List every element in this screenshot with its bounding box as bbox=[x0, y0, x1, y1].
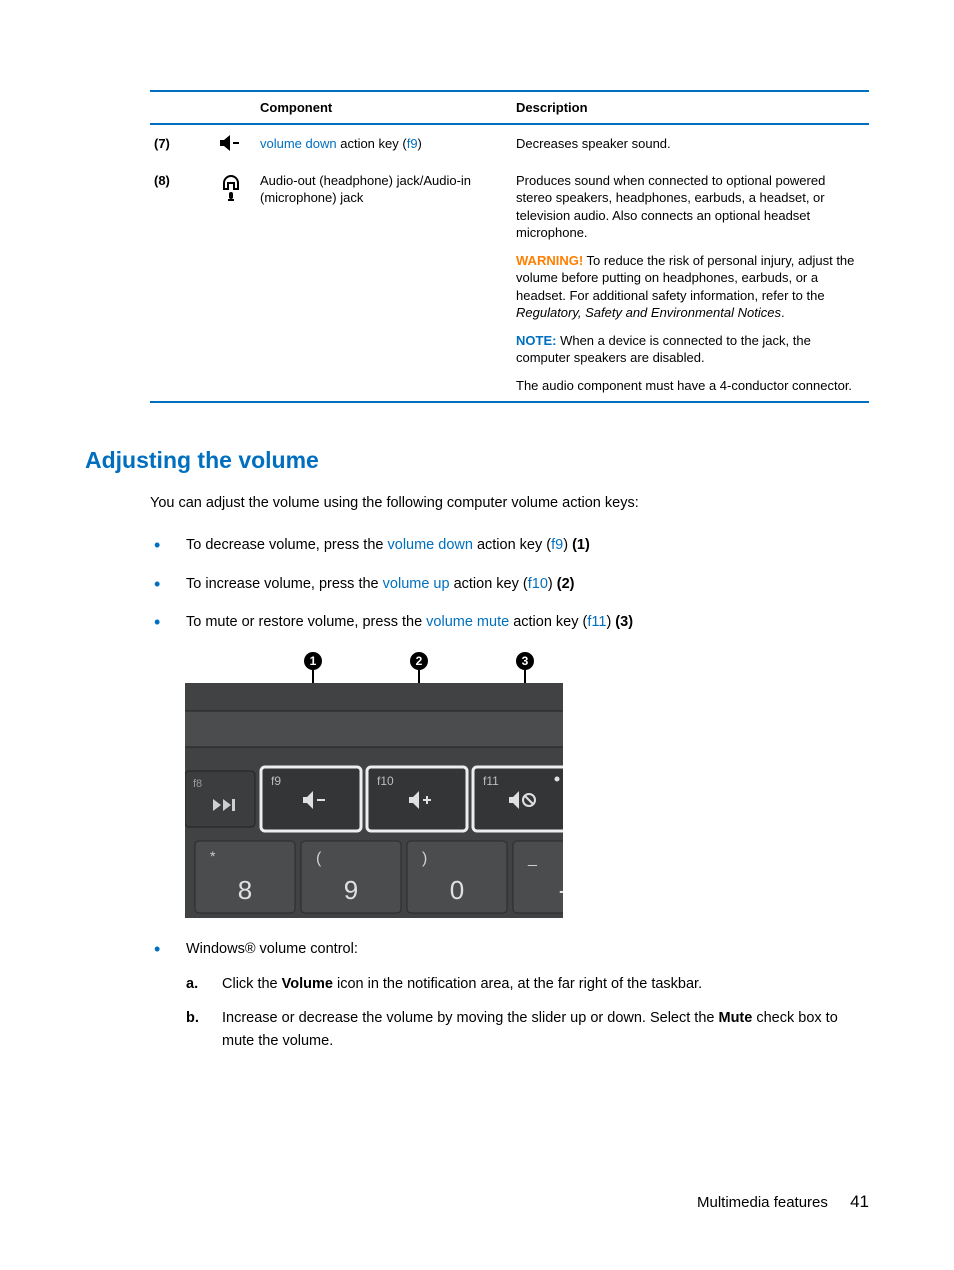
table-row: (7) volume down action key (f9) Decrease… bbox=[150, 124, 869, 162]
key-f9: f9 bbox=[271, 774, 281, 788]
key-f11: f11 bbox=[483, 774, 499, 788]
footer-label: Multimedia features bbox=[697, 1194, 828, 1211]
text: icon in the notification area, at the fa… bbox=[333, 976, 702, 992]
key-0-top: ) bbox=[422, 850, 427, 867]
list-item: a. Click the Volume icon in the notifica… bbox=[186, 967, 869, 1001]
list-item: b. Increase or decrease the volume by mo… bbox=[186, 1001, 869, 1058]
volume-up-link[interactable]: volume up bbox=[383, 576, 450, 592]
text: Click the bbox=[222, 976, 282, 992]
key-f8: f8 bbox=[193, 778, 202, 790]
text: To decrease volume, press the bbox=[186, 537, 388, 553]
callout-ref: (3) bbox=[615, 614, 633, 630]
f10-link[interactable]: f10 bbox=[528, 576, 548, 592]
keyboard-figure: 1 2 3 f8 bbox=[185, 651, 869, 918]
text: To increase volume, press the bbox=[186, 576, 383, 592]
text: action key ( bbox=[337, 136, 407, 151]
f9-link[interactable]: f9 bbox=[551, 537, 563, 553]
warning-ref: Regulatory, Safety and Environmental Not… bbox=[516, 305, 781, 320]
extra-text: The audio component must have a 4-conduc… bbox=[516, 377, 865, 395]
volume-down-link[interactable]: volume down bbox=[260, 136, 337, 151]
callout-ref: (1) bbox=[572, 537, 590, 553]
text: ) bbox=[418, 136, 422, 151]
callout-3: 3 bbox=[522, 654, 529, 668]
callout-1: 1 bbox=[310, 654, 317, 668]
text: ) bbox=[548, 576, 557, 592]
row-number: (7) bbox=[150, 124, 206, 162]
table-row: (8) Audio-out (headphone) jack/Audio-in … bbox=[150, 162, 869, 402]
intro-text: You can adjust the volume using the foll… bbox=[150, 492, 869, 514]
key-9: 9 bbox=[344, 875, 358, 905]
component-table: Component Description (7) volume down ac… bbox=[150, 90, 869, 403]
text: action key ( bbox=[509, 614, 587, 630]
key-8: 8 bbox=[238, 875, 252, 905]
audio-jack-icon bbox=[206, 162, 256, 402]
key-9-top: ( bbox=[316, 850, 322, 867]
th-component-label: Component bbox=[256, 91, 512, 124]
text: ) bbox=[563, 537, 572, 553]
th-component bbox=[150, 91, 206, 124]
callout-2: 2 bbox=[416, 654, 423, 668]
windows-volume-text: Windows® volume control: bbox=[186, 941, 358, 957]
text: action key ( bbox=[450, 576, 528, 592]
text: To mute or restore volume, press the bbox=[186, 614, 426, 630]
list-item: Windows® volume control: a. Click the Vo… bbox=[150, 930, 869, 1066]
f11-link[interactable]: f11 bbox=[587, 614, 606, 630]
warning-label: WARNING! bbox=[516, 253, 583, 268]
list-item: To decrease volume, press the volume dow… bbox=[150, 526, 869, 564]
alpha-letter: b. bbox=[186, 1007, 199, 1029]
row-number: (8) bbox=[150, 162, 206, 402]
volume-down-icon bbox=[206, 124, 256, 162]
note-label: NOTE: bbox=[516, 333, 556, 348]
alpha-letter: a. bbox=[186, 973, 198, 995]
key-8-top: * bbox=[210, 848, 216, 864]
text: action key ( bbox=[473, 537, 551, 553]
key-dash: - bbox=[559, 875, 563, 905]
callout-ref: (2) bbox=[557, 576, 575, 592]
row-desc: Decreases speaker sound. bbox=[512, 124, 869, 162]
key-0: 0 bbox=[450, 875, 464, 905]
page-number: 41 bbox=[850, 1192, 869, 1211]
th-blank1 bbox=[206, 91, 256, 124]
page-footer: Multimedia features 41 bbox=[697, 1192, 869, 1212]
note-text: When a device is connected to the jack, … bbox=[516, 333, 811, 366]
bold-text: Volume bbox=[282, 976, 333, 992]
section-heading: Adjusting the volume bbox=[85, 447, 869, 474]
th-description: Description bbox=[512, 91, 869, 124]
text: . bbox=[781, 305, 785, 320]
f9-link[interactable]: f9 bbox=[407, 136, 418, 151]
bold-text: Mute bbox=[719, 1010, 753, 1026]
list-item: To increase volume, press the volume up … bbox=[150, 565, 869, 603]
key-dash-top: _ bbox=[527, 850, 538, 867]
volume-mute-link[interactable]: volume mute bbox=[426, 614, 509, 630]
text: ) bbox=[606, 614, 615, 630]
row-desc: Produces sound when connected to optiona… bbox=[516, 172, 865, 242]
text: Increase or decrease the volume by movin… bbox=[222, 1010, 719, 1026]
row-component: Audio-out (headphone) jack/Audio-in (mic… bbox=[256, 162, 512, 402]
key-f10: f10 bbox=[377, 774, 394, 788]
list-item: To mute or restore volume, press the vol… bbox=[150, 603, 869, 641]
volume-down-link[interactable]: volume down bbox=[388, 537, 473, 553]
